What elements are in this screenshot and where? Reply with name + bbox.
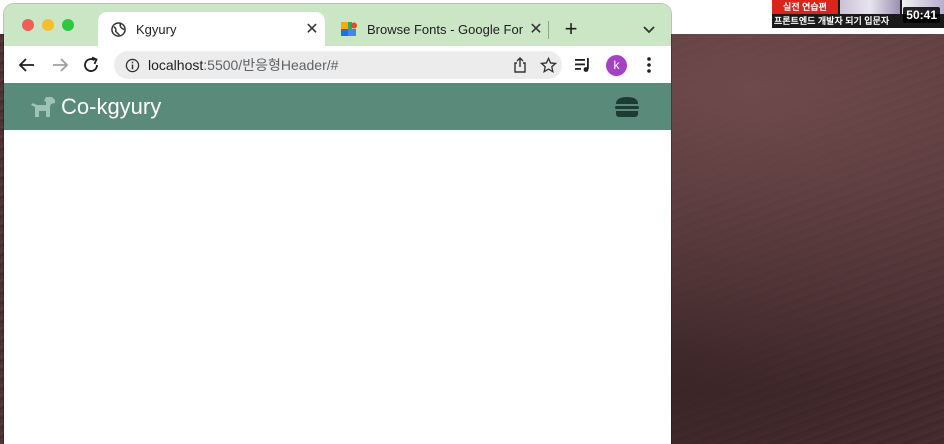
reload-icon <box>84 56 98 72</box>
address-bar[interactable]: localhost:5500/반응형Header/# <box>114 51 562 79</box>
globe-icon <box>110 21 126 37</box>
video-duration: 50:41 <box>903 7 940 23</box>
forward-button[interactable] <box>49 54 71 76</box>
video-thumbnail[interactable]: 실전 연습편 프론트엔드 개발자 되기 입문자 50:41 <box>772 0 944 28</box>
tab-title: Kgyury <box>136 21 177 37</box>
close-tab-icon[interactable]: ✕ <box>299 19 325 39</box>
back-button[interactable] <box>16 54 38 76</box>
share-icon[interactable] <box>506 57 534 73</box>
chevron-down-icon[interactable] <box>640 20 658 38</box>
url-host: localhost <box>148 57 204 73</box>
site-logo[interactable]: Co-kgyury <box>30 95 161 119</box>
browser-toolbar: localhost:5500/반응형Header/# k <box>4 46 671 83</box>
tab-kgyury[interactable]: Kgyury ✕ <box>98 12 325 46</box>
window-minimize-button[interactable] <box>42 19 54 31</box>
web-page: Co-kgyury <box>4 83 671 444</box>
tab-separator <box>548 21 549 39</box>
window-maximize-button[interactable] <box>62 19 74 31</box>
new-tab-button[interactable]: + <box>559 18 583 42</box>
window-close-button[interactable] <box>22 19 34 31</box>
bookmark-star-icon[interactable] <box>534 56 562 74</box>
kebab-menu-icon[interactable] <box>639 55 659 75</box>
tab-title: Browse Fonts - Google Fonts <box>367 21 523 37</box>
tab-strip: Kgyury ✕ Browse Fonts - Google Fonts ✕ + <box>4 4 671 46</box>
arrow-right-icon <box>53 58 69 72</box>
close-tab-icon[interactable]: ✕ <box>523 19 549 39</box>
media-playlist-icon[interactable] <box>573 55 593 75</box>
video-badge: 실전 연습편 <box>772 0 838 14</box>
arrow-left-icon <box>18 58 34 72</box>
dog-icon <box>30 95 56 119</box>
google-fonts-icon <box>341 21 357 37</box>
url-text[interactable]: localhost:5500/반응형Header/# <box>148 55 506 75</box>
profile-avatar[interactable]: k <box>606 55 627 76</box>
browser-window: Kgyury ✕ Browse Fonts - Google Fonts ✕ + <box>4 4 671 444</box>
hamburger-icon[interactable] <box>614 96 640 118</box>
logo-text: Co-kgyury <box>61 94 162 119</box>
reload-button[interactable] <box>80 54 102 76</box>
video-image <box>840 0 900 14</box>
url-path: :5500/반응형Header/# <box>203 57 339 73</box>
site-header: Co-kgyury <box>4 83 671 130</box>
tab-google-fonts[interactable]: Browse Fonts - Google Fonts ✕ <box>329 12 549 46</box>
info-icon[interactable] <box>124 57 140 73</box>
